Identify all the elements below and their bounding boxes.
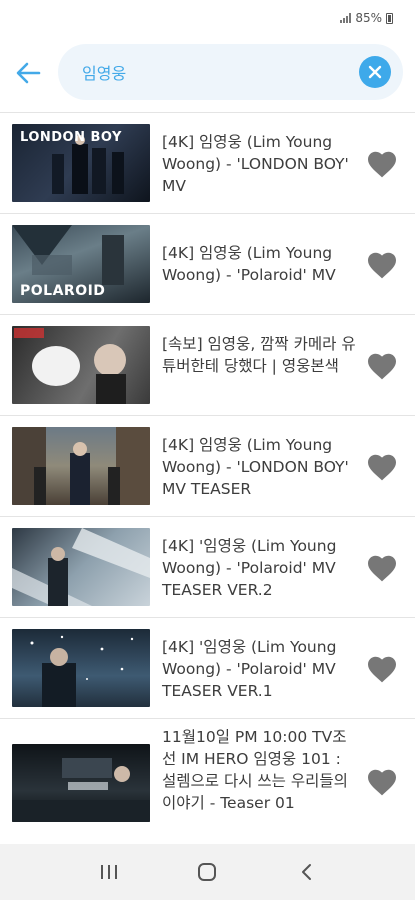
- home-button[interactable]: [187, 852, 227, 892]
- video-thumbnail: [12, 326, 150, 404]
- thumbnail-text: LONDON BOY: [20, 130, 122, 145]
- video-thumbnail: POLAROID: [12, 225, 150, 303]
- system-nav-bar: [0, 844, 415, 900]
- list-item[interactable]: [4K] 임영웅 (Lim Young Woong) - 'LONDON BOY…: [0, 416, 415, 517]
- video-title: [4K] '임영웅 (Lim Young Woong) - 'Polaroid'…: [162, 638, 337, 700]
- video-title: [4K] 임영웅 (Lim Young Woong) - 'LONDON BOY…: [162, 436, 349, 498]
- search-bar: [0, 40, 415, 106]
- heart-icon[interactable]: [366, 149, 398, 179]
- back-nav-button[interactable]: [286, 852, 326, 892]
- clear-search-button[interactable]: [359, 56, 391, 88]
- battery-percent: 85%: [355, 11, 382, 25]
- video-title: [4K] 임영웅 (Lim Young Woong) - 'Polaroid' …: [162, 244, 336, 284]
- results-list: LONDON BOY [4K] 임영웅 (Lim Young Woong) - …: [0, 112, 415, 844]
- heart-icon[interactable]: [366, 654, 398, 684]
- video-title: 11월10일 PM 10:00 TV조선 IM HERO 임영웅 101 : 설…: [162, 728, 348, 812]
- thumbnail-text: POLAROID: [20, 283, 106, 299]
- heart-icon[interactable]: [366, 250, 398, 280]
- list-item[interactable]: LONDON BOY [4K] 임영웅 (Lim Young Woong) - …: [0, 113, 415, 214]
- battery-icon: [386, 12, 393, 24]
- video-title: [속보] 임영웅, 깜짝 카메라 유튜버한테 당했다 | 영웅본색: [162, 335, 356, 375]
- video-title: [4K] 임영웅 (Lim Young Woong) - 'LONDON BOY…: [162, 133, 349, 195]
- home-icon: [198, 863, 217, 881]
- heart-icon[interactable]: [366, 351, 398, 381]
- status-bar: 85%: [0, 0, 415, 36]
- video-thumbnail: [12, 528, 150, 606]
- video-thumbnail: [12, 744, 150, 822]
- search-field[interactable]: [58, 44, 403, 100]
- signal-icon: [340, 13, 352, 23]
- video-thumbnail: [12, 427, 150, 505]
- video-thumbnail: [12, 629, 150, 707]
- close-icon: [368, 65, 382, 79]
- list-item[interactable]: [속보] 임영웅, 깜짝 카메라 유튜버한테 당했다 | 영웅본색: [0, 315, 415, 416]
- heart-icon[interactable]: [366, 553, 398, 583]
- arrow-left-icon: [16, 62, 41, 84]
- list-item[interactable]: POLAROID [4K] 임영웅 (Lim Young Woong) - 'P…: [0, 214, 415, 315]
- video-thumbnail: LONDON BOY: [12, 124, 150, 202]
- search-input[interactable]: [82, 62, 332, 82]
- recent-apps-icon: [101, 865, 118, 879]
- recent-apps-button[interactable]: [89, 852, 129, 892]
- list-item[interactable]: [4K] '임영웅 (Lim Young Woong) - 'Polaroid'…: [0, 517, 415, 618]
- chevron-left-icon: [301, 864, 311, 880]
- heart-icon[interactable]: [366, 767, 398, 797]
- back-button[interactable]: [0, 45, 56, 101]
- heart-icon[interactable]: [366, 452, 398, 482]
- list-item[interactable]: [4K] '임영웅 (Lim Young Woong) - 'Polaroid'…: [0, 618, 415, 719]
- list-item[interactable]: 11월10일 PM 10:00 TV조선 IM HERO 임영웅 101 : 설…: [0, 719, 415, 844]
- video-title: [4K] '임영웅 (Lim Young Woong) - 'Polaroid'…: [162, 537, 337, 599]
